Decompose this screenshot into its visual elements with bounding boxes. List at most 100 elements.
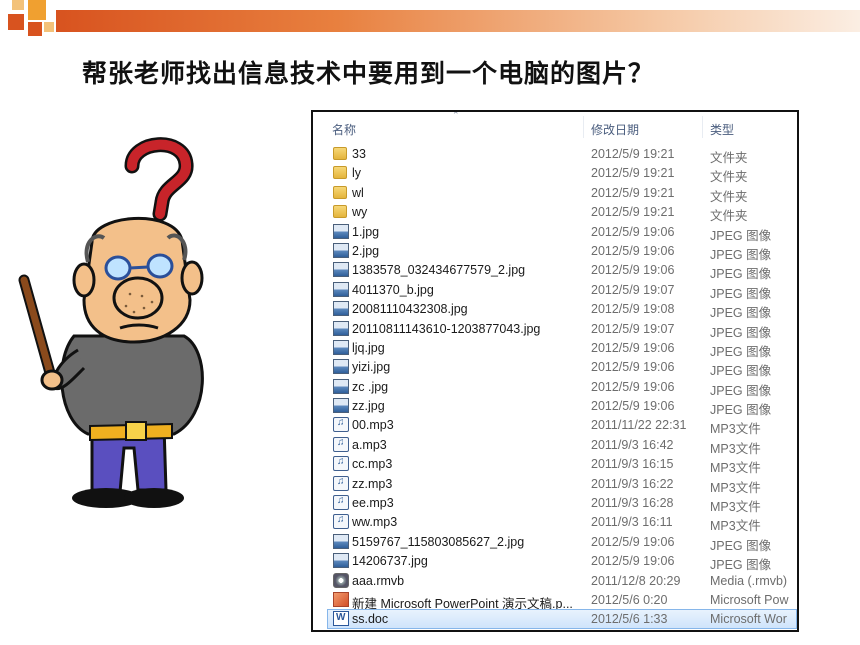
file-row[interactable]: yizi.jpg 2012/5/9 19:06 JPEG 图像 [313,357,797,378]
file-name: 4011370_b.jpg [352,282,434,297]
jpeg-icon [333,281,349,297]
file-row[interactable]: ljq.jpg 2012/5/9 19:06 JPEG 图像 [313,338,797,359]
file-type: Microsoft Pow [710,592,789,607]
banner-square-red-small [28,22,42,36]
file-date: 2012/5/9 19:21 [591,166,675,181]
file-row[interactable]: zz.jpg 2012/5/9 19:06 JPEG 图像 [313,396,797,417]
file-row[interactable]: 00.mp32011/11/22 22:31MP3文件 [313,415,797,436]
file-date: 2011/9/3 16:11 [591,515,673,530]
file-row[interactable]: wl 2012/5/9 19:21 文件夹 [313,183,797,204]
column-header-date[interactable]: 修改日期 [591,121,639,138]
file-row[interactable]: a.mp32011/9/3 16:42MP3文件 [313,435,797,456]
file-row[interactable]: 14206737.jpg 2012/5/9 19:06 JPEG 图像 [313,551,797,572]
file-date: 2012/5/9 19:06 [591,534,675,549]
file-date: 2012/5/9 19:21 [591,205,675,220]
page-title: 帮张老师找出信息技术中要用到一个电脑的图片？ [82,59,655,88]
jpeg-icon [333,242,349,258]
banner-square-orange [28,0,46,20]
mp3-icon [333,436,349,452]
file-date: 2012/5/9 19:07 [591,282,675,297]
banner-square-yellow-small [44,22,54,32]
file-row[interactable]: 4011370_b.jpg 2012/5/9 19:07 JPEG 图像 [313,280,797,301]
file-date: 2012/5/9 19:06 [591,554,675,569]
file-row[interactable]: 20081110432308.jpg 2012/5/9 19:08 JPEG 图像 [313,299,797,320]
powerpoint-icon [333,591,349,607]
teacher-cartoon-illustration [18,137,204,508]
jpeg-icon [333,223,349,239]
file-row[interactable]: ly 2012/5/9 19:21 文件夹 [313,163,797,184]
file-name: zc .jpg [352,379,389,394]
column-divider[interactable] [702,116,703,138]
file-date: 2011/11/22 22:31 [591,418,687,433]
file-row[interactable]: zz.mp32011/9/3 16:22MP3文件 [313,474,797,495]
file-date: 2012/5/6 0:20 [591,592,668,607]
banner-gradient-band [56,10,860,32]
file-type: Media (.rmvb) [710,573,788,588]
file-name: cc.mp3 [352,457,393,472]
file-row[interactable]: aaa.rmvb 2011/12/8 20:29 Media (.rmvb) [313,571,797,590]
file-row[interactable]: wy 2012/5/9 19:21 文件夹 [313,202,797,223]
file-name: yizi.jpg [352,360,391,375]
mp3-icon [333,475,349,491]
file-date: 2012/5/9 19:06 [591,224,675,239]
file-name: ee.mp3 [352,496,394,511]
file-row[interactable]: 2.jpg 2012/5/9 19:06 JPEG 图像 [313,241,797,262]
file-name: 20110811143610-1203877043.jpg [352,321,541,336]
file-date: 2011/9/3 16:42 [591,437,674,452]
file-date: 2012/5/6 1:33 [591,612,668,627]
file-row-selected[interactable]: ss.doc 2012/5/6 1:33 Microsoft Wor [327,609,797,629]
file-date: 2011/9/3 16:28 [591,496,674,511]
file-name: ss.doc [352,612,389,627]
file-name: wl [352,185,364,200]
jpeg-icon [333,533,349,549]
file-row[interactable]: ww.mp32011/9/3 16:11MP3文件 [313,512,797,533]
banner-square-red [8,14,24,30]
file-row[interactable]: 1383578_032434677579_2.jpg 2012/5/9 19:06… [313,260,797,281]
banner-square-yellow [12,0,24,10]
column-header-name[interactable]: 名称 [332,121,356,138]
file-name: 14206737.jpg [352,554,428,569]
column-header-type[interactable]: 类型 [710,121,734,138]
file-date: 2012/5/9 19:07 [591,321,675,336]
jpeg-icon [333,339,349,355]
file-name: aaa.rmvb [352,573,405,588]
file-name: zz.jpg [352,399,385,414]
jpeg-icon [333,301,349,317]
file-name: 1.jpg [352,224,380,239]
file-name: a.mp3 [352,437,387,452]
mp3-icon [333,417,349,433]
word-icon [333,611,349,627]
file-row[interactable]: 新建 Microsoft PowerPoint 演示文稿.p... 2012/5/… [313,590,797,611]
file-date: 2012/5/9 19:06 [591,263,675,278]
jpeg-icon [333,320,349,336]
mp3-icon [333,456,349,472]
file-name: ljq.jpg [352,340,385,355]
file-name: 1383578_032434677579_2.jpg [352,263,526,278]
mp3-icon [333,514,349,530]
file-name: ly [352,166,362,181]
file-date: 2012/5/9 19:06 [591,360,675,375]
file-row[interactable]: 33 2012/5/9 19:21 文件夹 [313,144,797,165]
jpeg-icon [333,398,349,414]
file-type: Microsoft Wor [710,612,787,627]
mp3-icon [333,495,349,511]
file-name: 5159767_115803085627_2.jpg [352,534,525,549]
file-date: 2012/5/9 19:21 [591,185,675,200]
file-date: 2011/9/3 16:22 [591,476,674,491]
file-row[interactable]: 20110811143610-1203877043.jpg 2012/5/9 19… [313,319,797,340]
file-date: 2011/9/3 16:15 [591,457,674,472]
file-explorer-window: ⌃ 名称 修改日期 类型 33 2012/5/9 19:21 文件夹 ly 2012/5… [311,110,799,632]
jpeg-icon [333,262,349,278]
file-row[interactable]: zc .jpg 2012/5/9 19:06 JPEG 图像 [313,377,797,398]
file-row[interactable]: 1.jpg 2012/5/9 19:06 JPEG 图像 [313,222,797,243]
column-divider[interactable] [583,116,584,138]
sort-caret-icon: ⌃ [452,110,460,120]
file-row[interactable]: 5159767_115803085627_2.jpg 2012/5/9 19:06… [313,532,797,553]
file-date: 2011/12/8 20:29 [591,573,681,588]
file-name: wy [352,205,368,220]
column-header-bar: ⌃ 名称 修改日期 类型 [313,112,797,142]
jpeg-icon [333,359,349,375]
file-row[interactable]: ee.mp32011/9/3 16:28MP3文件 [313,493,797,514]
file-name: 00.mp3 [352,418,394,433]
file-row[interactable]: cc.mp32011/9/3 16:15MP3文件 [313,454,797,475]
